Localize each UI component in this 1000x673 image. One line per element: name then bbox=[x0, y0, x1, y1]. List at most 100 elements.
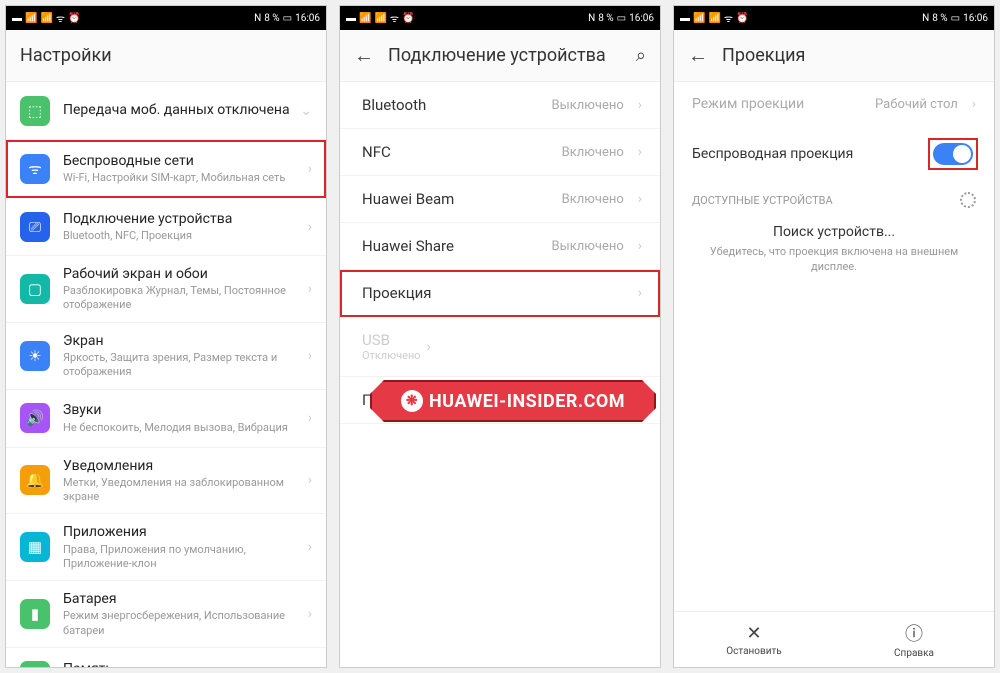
chevron-right-icon: › bbox=[638, 144, 642, 160]
chevron-icon: › bbox=[308, 348, 312, 364]
page-title: Настройки bbox=[20, 45, 112, 66]
header: ← Подключение устройства ⌕ bbox=[340, 30, 660, 82]
row-title: Батарея bbox=[63, 590, 302, 608]
chevron-icon: ⌄ bbox=[300, 103, 312, 119]
settings-row[interactable]: 🔊 Звуки Не беспокоить, Мелодия вызова, Виб… bbox=[6, 390, 326, 448]
info-icon: ⓘ bbox=[905, 620, 923, 646]
settings-list[interactable]: ⬚ Передача моб. данных отключена ⌄ ᯤ Беспров… bbox=[6, 82, 326, 667]
row-text: ПамятьОчистка памяти bbox=[63, 660, 302, 667]
row-title: Экран bbox=[63, 332, 302, 350]
bottom-toolbar: ✕ Остановить ⓘ Справка bbox=[674, 611, 994, 667]
row-title: NFC bbox=[362, 143, 562, 161]
chevron-icon: › bbox=[308, 472, 312, 488]
screenshot-3-projection: ▬📶📶ᯤ⏰ N8 %▭16:06 ← Проекция Режим проекц… bbox=[673, 5, 995, 668]
connection-row[interactable]: NFCВключено › bbox=[340, 129, 660, 176]
connection-row[interactable]: Huawei ShareВыключено› bbox=[340, 223, 660, 270]
screenshot-2-device-connection: ▬📶📶ᯤ⏰ N8 %▭16:06 ← Подключение устройств… bbox=[339, 5, 661, 668]
settings-row[interactable]: ⎚Подключение устройстваBluetooth, NFC, П… bbox=[6, 198, 326, 256]
row-title: Подключение устройства bbox=[63, 210, 302, 228]
row-title: Bluetooth bbox=[362, 96, 552, 114]
row-icon: ⬚ bbox=[20, 96, 50, 126]
row-icon: ▮ bbox=[20, 599, 50, 629]
help-button[interactable]: ⓘ Справка bbox=[834, 612, 994, 667]
row-title: USB bbox=[362, 331, 421, 349]
row-text: Приложения Права, Приложения по умолчанию… bbox=[63, 523, 302, 571]
connection-row: USBОтключено› bbox=[340, 317, 660, 377]
row-title: Уведомления bbox=[63, 457, 302, 475]
stop-button[interactable]: ✕ Остановить bbox=[674, 612, 834, 667]
page-title: Подключение устройства bbox=[388, 45, 606, 66]
row-title: Приложения bbox=[63, 523, 302, 541]
row-status: Включено bbox=[562, 145, 624, 160]
watermark: ❋ HUAWEI-INSIDER.COM bbox=[370, 380, 656, 422]
chevron-right-icon: › bbox=[427, 339, 431, 355]
row-icon: ▦ bbox=[20, 532, 50, 562]
row-text: Беспроводные сетиWi-Fi, Настройки SIM-ка… bbox=[63, 152, 302, 185]
row-title: Звуки bbox=[63, 401, 302, 419]
row-text: БатареяРежим энергосбережения, Использов… bbox=[63, 590, 302, 638]
projection-mode-row[interactable]: Режим проекции Рабочий стол › bbox=[674, 82, 994, 126]
row-subtitle: Bluetooth, NFC, Проекция bbox=[63, 229, 302, 243]
header: Настройки bbox=[6, 30, 326, 82]
row-subtitle: Режим энергосбережения, Использование ба… bbox=[63, 609, 302, 638]
status-bar: ▬📶📶ᯤ⏰ N8 %▭16:06 bbox=[6, 6, 326, 30]
settings-row[interactable]: ☀ ЭкранЯркость, Защита зрения, Размер тек… bbox=[6, 323, 326, 390]
row-subtitle: Wi-Fi, Настройки SIM-карт, Мобильная сет… bbox=[63, 171, 302, 185]
settings-row[interactable]: ▦ Приложения Права, Приложения по умолчани… bbox=[6, 514, 326, 581]
row-subtitle: Яркость, Защита зрения, Размер текста и … bbox=[63, 351, 302, 380]
back-arrow-icon[interactable]: ← bbox=[354, 43, 374, 68]
connection-row[interactable]: Проекция› bbox=[340, 270, 660, 317]
row-text: Подключение устройстваBluetooth, NFC, Пр… bbox=[63, 210, 302, 243]
row-status: Включено bbox=[562, 192, 624, 207]
row-text: Рабочий экран и обоиРазблокировка Журнал… bbox=[63, 265, 302, 313]
row-text: ЭкранЯркость, Защита зрения, Размер текс… bbox=[63, 332, 302, 380]
chevron-icon: › bbox=[308, 161, 312, 177]
row-subtitle: Разблокировка Журнал, Темы, Постоянное о… bbox=[63, 284, 302, 313]
row-icon: ᯤ bbox=[20, 154, 50, 184]
highlight-box bbox=[930, 140, 976, 168]
row-subtitle: Не беспокоить, Мелодия вызова, Вибрация bbox=[63, 421, 302, 435]
chevron-right-icon: › bbox=[638, 285, 642, 301]
nfc-icon: N bbox=[254, 13, 261, 24]
row-text: УведомленияМетки, Уведомления на заблоки… bbox=[63, 457, 302, 505]
huawei-logo-icon: ❋ bbox=[401, 390, 423, 412]
row-text: Звуки Не беспокоить, Мелодия вызова, Вибр… bbox=[63, 401, 302, 434]
settings-row[interactable]: ▮ БатареяРежим энергосбережения, Использо… bbox=[6, 581, 326, 648]
row-title: Передача моб. данных отключена bbox=[63, 101, 294, 119]
row-icon: ▢ bbox=[20, 274, 50, 304]
row-icon: 🔊 bbox=[20, 403, 50, 433]
searching-message: Поиск устройств... Убедитесь, что проекц… bbox=[674, 214, 994, 285]
settings-row[interactable]: ⬚ Передача моб. данных отключена ⌄ bbox=[6, 82, 326, 140]
row-icon: 🔔 bbox=[20, 465, 50, 495]
settings-row[interactable]: ▢ Рабочий экран и обоиРазблокировка Журна… bbox=[6, 256, 326, 323]
row-icon: ☀ bbox=[20, 341, 50, 371]
search-icon[interactable]: ⌕ bbox=[636, 45, 646, 66]
row-text: Передача моб. данных отключена bbox=[63, 101, 294, 119]
projection-content: Режим проекции Рабочий стол › Беспроводн… bbox=[674, 82, 994, 611]
connection-list[interactable]: BluetoothВыключено›NFCВключено›Huawei Be… bbox=[340, 82, 660, 667]
row-subtitle: Права, Приложения по умолчанию, Приложен… bbox=[63, 543, 302, 572]
back-arrow-icon[interactable]: ← bbox=[688, 43, 708, 68]
chevron-icon: › bbox=[308, 219, 312, 235]
header: ← Проекция bbox=[674, 30, 994, 82]
time: 16:06 bbox=[295, 13, 320, 24]
settings-row[interactable]: ᯤ Беспроводные сетиWi-Fi, Настройки SIM-к… bbox=[6, 140, 326, 198]
close-icon: ✕ bbox=[746, 623, 761, 644]
wireless-projection-toggle[interactable] bbox=[933, 143, 973, 165]
row-status: Выключено bbox=[552, 98, 624, 113]
connection-row[interactable]: BluetoothВыключено› bbox=[340, 82, 660, 129]
settings-row[interactable]: 🔔 УведомленияМетки, Уведомления на заблок… bbox=[6, 448, 326, 515]
chevron-right-icon: › bbox=[638, 191, 642, 207]
connection-row[interactable]: Huawei BeamВключено › bbox=[340, 176, 660, 223]
chevron-icon: › bbox=[308, 281, 312, 297]
row-status: Выключено bbox=[552, 239, 624, 254]
settings-row[interactable]: ◴ПамятьОчистка памяти› bbox=[6, 648, 326, 667]
wireless-projection-row[interactable]: Беспроводная проекция bbox=[674, 126, 994, 182]
row-subtitle: Метки, Уведомления на заблокированном эк… bbox=[63, 476, 302, 505]
chevron-right-icon: › bbox=[972, 96, 976, 112]
row-title: Беспроводные сети bbox=[63, 152, 302, 170]
chevron-icon: › bbox=[308, 410, 312, 426]
page-title: Проекция bbox=[722, 45, 805, 66]
chevron-icon: › bbox=[308, 539, 312, 555]
row-title: Huawei Beam bbox=[362, 190, 562, 208]
